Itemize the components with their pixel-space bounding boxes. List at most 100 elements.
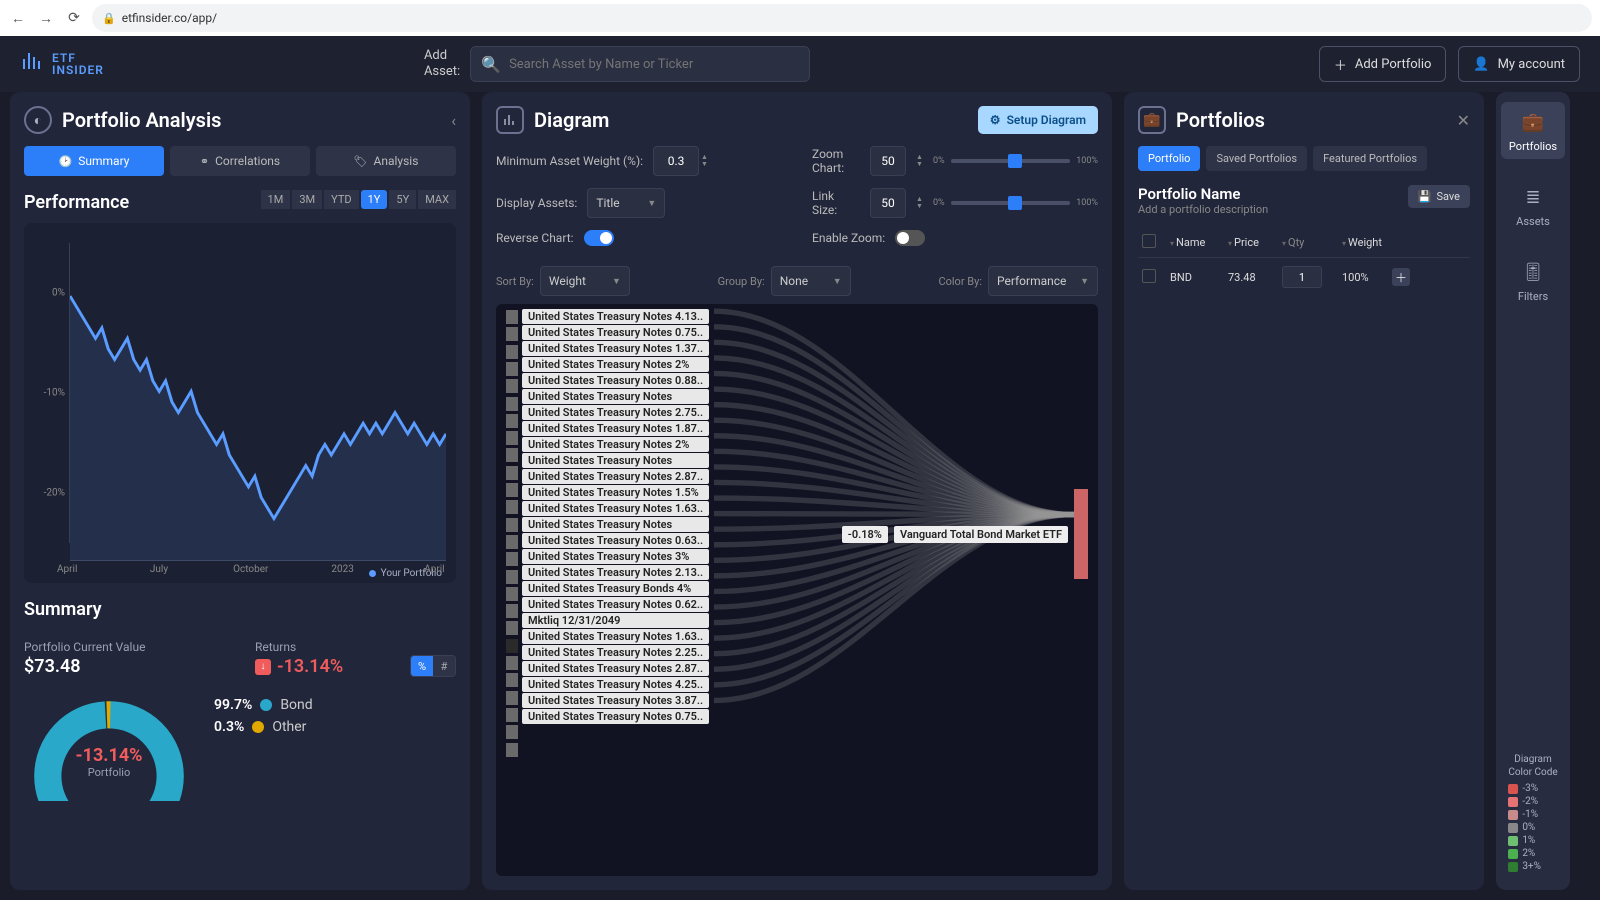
zoom-input[interactable] xyxy=(870,146,906,176)
tab-portfolio[interactable]: Portfolio xyxy=(1138,146,1200,171)
sankey-source-node[interactable]: United States Treasury Notes 2% xyxy=(522,357,709,372)
sankey-source-node[interactable]: United States Treasury Notes 1.63.. xyxy=(522,501,709,516)
sankey-source-bar xyxy=(506,310,518,324)
search-input[interactable] xyxy=(509,57,799,72)
col-price[interactable]: Price xyxy=(1234,236,1259,249)
add-asset-label: AddAsset: xyxy=(424,48,460,79)
close-icon[interactable]: ✕ xyxy=(1457,111,1470,130)
select-all-checkbox[interactable] xyxy=(1142,234,1156,248)
sankey-source-node[interactable]: United States Treasury Notes 4.25.. xyxy=(522,677,709,692)
sankey-source-node[interactable]: United States Treasury Notes 4.13.. xyxy=(522,309,709,324)
sankey-source-node[interactable]: United States Treasury Notes 1.5% xyxy=(522,485,709,500)
reverse-toggle[interactable] xyxy=(584,230,614,246)
min-weight-label: Minimum Asset Weight (%): xyxy=(496,154,643,168)
sankey-source-node[interactable]: United States Treasury Notes 0.75.. xyxy=(522,325,709,340)
table-row: BND 73.48 100% ＋ xyxy=(1138,258,1470,296)
range-1M[interactable]: 1M xyxy=(261,190,291,209)
range-MAX[interactable]: MAX xyxy=(418,190,456,209)
sankey-source-node[interactable]: United States Treasury Notes 2.87.. xyxy=(522,661,709,676)
sankey-source-node[interactable]: United States Treasury Notes 0.88.. xyxy=(522,373,709,388)
col-qty[interactable]: Qty xyxy=(1288,236,1304,249)
collapse-icon[interactable]: ‹ xyxy=(451,111,456,130)
col-weight[interactable]: Weight xyxy=(1348,236,1382,249)
range-3M[interactable]: 3M xyxy=(292,190,322,209)
sankey-source-node[interactable]: United States Treasury Notes 2.87.. xyxy=(522,469,709,484)
portfolio-name[interactable]: Portfolio Name xyxy=(1138,185,1398,203)
pct-toggle-hash[interactable]: # xyxy=(433,656,455,676)
sort-dropdown[interactable]: Weight▼ xyxy=(540,266,630,296)
tab-correlations[interactable]: ⚭Correlations xyxy=(170,146,310,176)
sankey-source-node[interactable]: United States Treasury Notes 1.37.. xyxy=(522,341,709,356)
group-label: Group By: xyxy=(718,275,765,288)
sankey-source-node[interactable]: United States Treasury Notes xyxy=(522,389,709,404)
row-checkbox[interactable] xyxy=(1142,269,1156,283)
tab-featured[interactable]: Featured Portfolios xyxy=(1313,146,1427,171)
sankey-source-node[interactable]: United States Treasury Notes xyxy=(522,517,709,532)
save-icon: 💾 xyxy=(1418,190,1432,203)
link-slider[interactable] xyxy=(951,201,1071,205)
legend-item: -1% xyxy=(1508,809,1557,820)
save-button[interactable]: 💾Save xyxy=(1408,185,1470,208)
my-account-button[interactable]: 👤 My account xyxy=(1458,46,1580,82)
browser-back-icon[interactable]: ← xyxy=(8,10,28,27)
alloc-item: 0.3%Other xyxy=(214,719,313,735)
sankey-source-node[interactable]: United States Treasury Notes 0.75.. xyxy=(522,709,709,724)
sankey-source-node[interactable]: United States Treasury Notes 2.75.. xyxy=(522,405,709,420)
range-5Y[interactable]: 5Y xyxy=(389,190,416,209)
rail-filters[interactable]: 🎚 Filters xyxy=(1501,252,1565,309)
sankey-source-node[interactable]: United States Treasury Notes 3.87.. xyxy=(522,693,709,708)
zoom-slider[interactable] xyxy=(951,159,1071,163)
sankey-source-node[interactable]: United States Treasury Notes 1.63.. xyxy=(522,629,709,644)
y-tick: 0% xyxy=(52,288,65,299)
sankey-source-node[interactable]: United States Treasury Notes 2.25.. xyxy=(522,645,709,660)
logo[interactable]: ETF INSIDER xyxy=(20,49,104,79)
briefcase-icon: 💼 xyxy=(1519,108,1547,136)
sankey-source-node[interactable]: United States Treasury Notes 3% xyxy=(522,549,709,564)
enable-zoom-label: Enable Zoom: xyxy=(812,231,885,245)
sankey-pct-badge: -0.18% xyxy=(842,526,888,543)
setup-diagram-button[interactable]: ⚙Setup Diagram xyxy=(978,106,1098,134)
sankey-source-node[interactable]: United States Treasury Notes xyxy=(522,453,709,468)
url-bar[interactable]: 🔒 etfinsider.co/app/ xyxy=(92,4,1592,32)
step-down[interactable]: ▼ xyxy=(701,161,708,168)
sankey-source-node[interactable]: United States Treasury Notes 1.87.. xyxy=(522,421,709,436)
range-YTD[interactable]: YTD xyxy=(324,190,358,209)
sankey-source-node[interactable]: United States Treasury Notes 0.63.. xyxy=(522,533,709,548)
display-dropdown[interactable]: Title▼ xyxy=(587,188,665,218)
link-input[interactable] xyxy=(870,188,906,218)
sankey-source-bar xyxy=(506,327,518,341)
sankey-source-node[interactable]: United States Treasury Notes 2.13.. xyxy=(522,565,709,580)
x-tick: April xyxy=(57,564,77,575)
tab-summary[interactable]: 🕑Summary xyxy=(24,146,164,176)
sankey-source-bar xyxy=(506,379,518,393)
sankey-diagram[interactable]: United States Treasury Notes 4.13..Unite… xyxy=(496,304,1098,876)
rail-portfolios[interactable]: 💼 Portfolios xyxy=(1501,102,1565,159)
group-dropdown[interactable]: None▼ xyxy=(771,266,851,296)
browser-forward-icon[interactable]: → xyxy=(36,10,56,27)
logo-icon xyxy=(20,49,44,79)
tab-saved[interactable]: Saved Portfolios xyxy=(1206,146,1307,171)
rail-assets[interactable]: ≣ Assets xyxy=(1501,177,1565,234)
portfolios-title: Portfolios xyxy=(1176,108,1265,132)
min-weight-input[interactable] xyxy=(653,146,699,176)
clock-icon: 🕑 xyxy=(59,155,73,168)
sankey-source-node[interactable]: Mktliq 12/31/2049 xyxy=(522,613,709,628)
col-name[interactable]: Name xyxy=(1176,236,1205,249)
tab-analysis[interactable]: 🏷Analysis xyxy=(316,146,456,176)
add-portfolio-button[interactable]: ＋ Add Portfolio xyxy=(1319,46,1447,82)
row-qty-input[interactable] xyxy=(1282,266,1322,288)
browser-reload-icon[interactable]: ⟳ xyxy=(64,10,84,26)
search-wrap[interactable]: 🔍 xyxy=(470,46,810,82)
pct-toggle-pct[interactable]: % xyxy=(411,656,433,676)
enable-zoom-toggle[interactable] xyxy=(895,230,925,246)
color-dropdown[interactable]: Performance▼ xyxy=(988,266,1098,296)
sankey-source-node[interactable]: United States Treasury Notes 2% xyxy=(522,437,709,452)
share-icon: ⚭ xyxy=(200,155,209,168)
sankey-source-node[interactable]: United States Treasury Notes 0.62.. xyxy=(522,597,709,612)
row-add-button[interactable]: ＋ xyxy=(1392,268,1410,286)
portfolio-desc[interactable]: Add a portfolio description xyxy=(1138,203,1398,216)
sankey-source-node[interactable]: United States Treasury Bonds 4% xyxy=(522,581,709,596)
sankey-source-bar xyxy=(506,639,518,653)
range-1Y[interactable]: 1Y xyxy=(361,190,388,209)
y-tick: -10% xyxy=(44,388,65,399)
